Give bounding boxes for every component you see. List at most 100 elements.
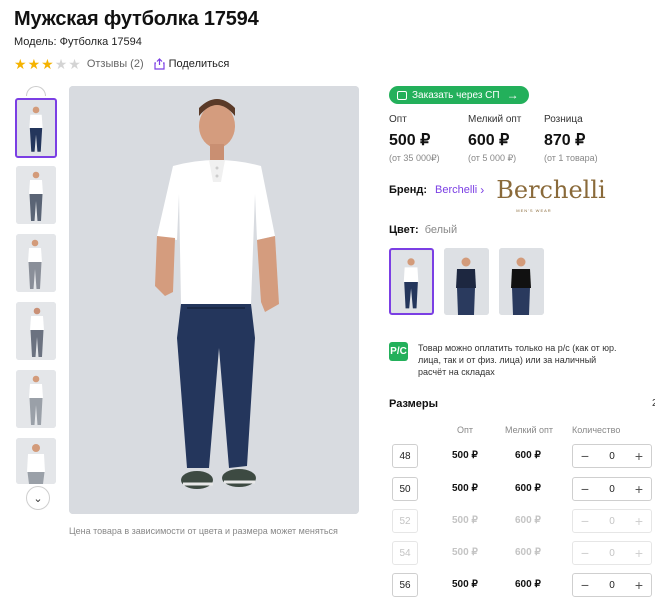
quantity-value: 0 — [609, 515, 615, 527]
sizes-title: Размеры — [389, 398, 439, 410]
decrement-button: − — [580, 513, 590, 529]
model-thumbnail-image — [16, 370, 56, 428]
swatch-white[interactable] — [389, 248, 434, 315]
product-title: Мужская футболка 17594 — [14, 8, 259, 30]
increment-button[interactable]: + — [633, 482, 645, 496]
model-thumbnail-image — [17, 100, 55, 156]
order-via-sp-label: Заказать через СП — [412, 89, 500, 101]
quantity-value[interactable]: 0 — [609, 484, 615, 495]
star-icon: ★ — [68, 56, 81, 72]
model-thumbnail-image — [16, 438, 56, 484]
product-meta: ★ ★ ★ ★ ★ Отзывы (2) Поделиться — [14, 56, 229, 72]
size-price-opt: 500 ₽ — [452, 450, 478, 461]
order-via-sp-button[interactable]: Заказать через СП → — [389, 86, 529, 104]
size-label: 48 — [392, 444, 418, 468]
size-row-54: 54 500 ₽ 600 ₽ − 0 + — [389, 541, 655, 567]
increment-button[interactable]: + — [633, 578, 645, 592]
size-price-opt: 500 ₽ — [452, 547, 478, 558]
size-price-small-opt: 600 ₽ — [515, 450, 541, 461]
price-value: 600 ₽ — [468, 132, 510, 149]
size-price-small-opt: 600 ₽ — [515, 515, 541, 526]
brand-link[interactable]: Berchelli — [435, 184, 477, 196]
price-value: 870 ₽ — [544, 132, 586, 149]
price-min: (от 5 000 ₽) — [468, 153, 517, 163]
decrement-button[interactable]: − — [579, 578, 591, 592]
thumbnails-down-button[interactable]: ⌄ — [26, 486, 50, 510]
payment-text: Товар можно оплатить только на р/с (как … — [418, 343, 617, 377]
brand-logo[interactable]: Berchelli MEN'S WEAR — [496, 178, 605, 213]
swatch-black[interactable] — [499, 248, 544, 315]
swatch-image — [499, 248, 544, 315]
size-price-opt: 500 ₽ — [452, 579, 478, 590]
thumbnail-1[interactable] — [15, 98, 57, 158]
quantity-value[interactable]: 0 — [609, 580, 615, 591]
price-min: (от 1 товара) — [544, 153, 598, 163]
reviews-link[interactable]: Отзывы (2) — [87, 58, 144, 70]
share-button[interactable]: Поделиться — [154, 58, 230, 70]
quantity-value: 0 — [609, 547, 615, 559]
size-label: 56 — [392, 573, 418, 597]
color-row: Цвет: белый — [389, 224, 457, 236]
model-thumbnail-image — [16, 166, 56, 224]
star-icon: ★ — [54, 56, 68, 72]
quantity-stepper: − 0 + — [572, 541, 652, 565]
increment-button: + — [634, 513, 644, 529]
increment-button[interactable]: + — [633, 449, 645, 463]
color-value: белый — [424, 224, 458, 236]
price-min: (от 35 000₽) — [389, 153, 440, 163]
price-wholesale: Опт 500 ₽ (от 35 000₽) — [389, 114, 440, 164]
star-icon: ★ — [27, 56, 41, 72]
thumbnail-2[interactable] — [16, 166, 56, 224]
size-row-52: 52 500 ₽ 600 ₽ − 0 + — [389, 509, 655, 535]
thumbnail-4[interactable] — [16, 302, 56, 360]
chevron-right-icon[interactable]: › — [480, 183, 484, 197]
header-quantity: Количество — [572, 425, 621, 435]
size-price-small-opt: 600 ₽ — [515, 483, 541, 494]
thumbnail-6[interactable] — [16, 438, 56, 484]
model-thumbnail-image — [16, 302, 56, 360]
brand-logo-subtitle: MEN'S WEAR — [516, 208, 552, 213]
swatch-image — [444, 248, 489, 315]
product-model: Модель: Футболка 17594 — [14, 36, 142, 48]
size-row-50: 50 500 ₽ 600 ₽ − 0 + — [389, 477, 655, 503]
rating-stars: ★ ★ ★ ★ ★ — [14, 57, 81, 71]
thumbnail-3[interactable] — [16, 234, 56, 292]
thumbnail-5[interactable] — [16, 370, 56, 428]
quantity-value[interactable]: 0 — [609, 451, 615, 462]
swatch-image — [391, 250, 432, 313]
quantity-stepper: − 0 + — [572, 444, 652, 468]
model-thumbnail-image — [16, 234, 56, 292]
arrow-right-icon: → — [506, 88, 519, 102]
size-price-small-opt: 600 ₽ — [515, 579, 541, 590]
quantity-stepper: − 0 + — [572, 509, 652, 533]
price-label: Опт — [389, 114, 407, 125]
size-price-opt: 500 ₽ — [452, 515, 478, 526]
price-block: Опт 500 ₽ (от 35 000₽) Мелкий опт 600 ₽ … — [389, 114, 651, 168]
thumbnails-up-button[interactable] — [26, 86, 46, 96]
price-note: Цена товара в зависимости от цвета и раз… — [69, 526, 338, 536]
price-value: 500 ₽ — [389, 132, 431, 149]
decrement-button[interactable]: − — [579, 449, 591, 463]
header-opt: Опт — [457, 425, 473, 435]
model-photo — [69, 86, 359, 514]
decrement-button: − — [580, 545, 590, 561]
share-icon — [154, 58, 165, 70]
share-label: Поделиться — [168, 58, 230, 70]
size-price-small-opt: 600 ₽ — [515, 547, 541, 558]
size-label: 54 — [392, 541, 418, 565]
size-row-48: 48 500 ₽ 600 ₽ − 0 + — [389, 444, 655, 470]
price-label: Мелкий опт — [468, 114, 522, 125]
color-label: Цвет: — [389, 224, 419, 236]
size-label: 50 — [392, 477, 418, 501]
quantity-stepper: − 0 + — [572, 573, 652, 597]
size-row-56: 56 500 ₽ 600 ₽ − 0 + — [389, 573, 655, 598]
quantity-stepper: − 0 + — [572, 477, 652, 501]
increment-button: + — [634, 545, 644, 561]
price-label: Розница — [544, 114, 583, 125]
decrement-button[interactable]: − — [579, 482, 591, 496]
payment-note: Р/С Товар можно оплатить только на р/с (… — [389, 342, 618, 378]
cart-icon — [397, 90, 407, 100]
main-product-image[interactable] — [69, 86, 359, 514]
brand-row: Бренд: Berchelli › Berchelli MEN'S WEAR — [389, 178, 606, 213]
swatch-navy[interactable] — [444, 248, 489, 315]
